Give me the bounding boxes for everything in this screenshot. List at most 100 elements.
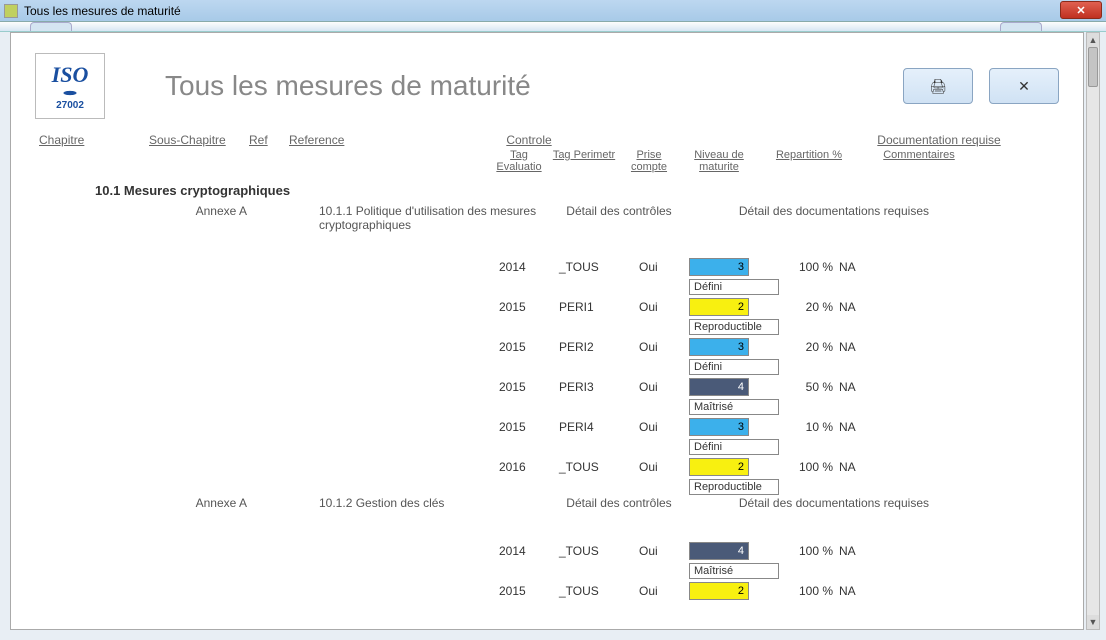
cell-comment: NA [839,260,879,274]
section-title: 10.1 Mesures cryptographiques [95,183,1059,198]
col-reference: Reference [289,133,489,147]
sub-niveau: Niveau de maturite [679,149,759,173]
col-chapitre: Chapitre [39,133,149,147]
vertical-scrollbar[interactable]: ▲ ▼ [1086,32,1100,630]
data-row: 2015PERI4Oui3 10 %NA [39,416,1059,438]
maturity-bar: 2 [689,582,749,600]
logo-subtext: 27002 [56,100,84,111]
cell-pct: 100 % [779,584,839,598]
sub-prise: Prise compte [619,149,679,173]
main-viewport: ISO 27002 Tous les mesures de maturité 🖨… [10,32,1084,630]
cell-perimeter: PERI3 [559,380,639,394]
maturity-label: Reproductible [689,479,779,495]
app-icon [4,4,18,18]
cell-comment: NA [839,380,879,394]
maturity-bar: 3 [689,418,749,436]
cell-year: 2015 [499,420,559,434]
reference-text: 10.1.2 Gestion des clés [319,496,559,510]
reference-text: 10.1.1 Politique d'utilisation des mesur… [319,204,559,232]
col-controle: Controle [489,133,569,147]
maturity-bar: 4 [689,378,749,396]
iso-logo: ISO 27002 [35,53,105,119]
maturity-label: Défini [689,279,779,295]
cell-pct: 100 % [779,460,839,474]
cell-prise: Oui [639,420,689,434]
col-sous: Sous-Chapitre [149,133,249,147]
cell-prise: Oui [639,380,689,394]
close-icon: ✕ [1076,4,1085,17]
cell-year: 2014 [499,260,559,274]
cell-pct: 10 % [779,420,839,434]
cell-perimeter: PERI2 [559,340,639,354]
scroll-thumb[interactable] [1088,47,1098,87]
cell-perimeter: PERI4 [559,420,639,434]
printer-icon: 🖨 [929,78,947,95]
cell-comment: NA [839,460,879,474]
logo-text: ISO [52,62,89,88]
cell-prise: Oui [639,544,689,558]
cell-prise: Oui [639,300,689,314]
data-row: 2014_TOUSOui3100 %NA [39,256,1059,278]
cell-comment: NA [839,544,879,558]
maturity-label: Défini [689,439,779,455]
data-row: 2014_TOUSOui4100 %NA [39,540,1059,562]
cell-year: 2014 [499,544,559,558]
maturity-label: Reproductible [689,319,779,335]
cell-comment: NA [839,340,879,354]
detail-controles-link[interactable]: Détail des contrôles [559,496,679,510]
cell-pct: 50 % [779,380,839,394]
sub-repart: Repartition % [759,149,859,173]
cell-comment: NA [839,420,879,434]
maturity-label: Maîtrisé [689,399,779,415]
annexe-label: Annexe A [39,204,259,218]
detail-controles-link[interactable]: Détail des contrôles [559,204,679,218]
cell-perimeter: PERI1 [559,300,639,314]
window-title: Tous les mesures de maturité [24,4,181,18]
column-headers: Chapitre Sous-Chapitre Ref Reference Con… [39,133,1059,147]
cell-prise: Oui [639,584,689,598]
col-ref: Ref [249,133,289,147]
page-title: Tous les mesures de maturité [165,70,887,102]
sub-tagperi: Tag Perimetr [549,149,619,173]
toolbar-strip [0,22,1106,32]
annexe-label: Annexe A [39,496,259,510]
cell-pct: 20 % [779,340,839,354]
sub-tageval: Tag Evaluatio [489,149,549,173]
maturity-bar: 3 [689,258,749,276]
data-row: 2016_TOUSOui2 100 %NA [39,456,1059,478]
window-close-button[interactable]: ✕ [1060,1,1102,19]
sub-comment: Commentaires [859,149,979,173]
globe-icon [49,86,91,100]
data-row: 2015PERI3Oui4 50 %NA [39,376,1059,398]
cell-pct: 20 % [779,300,839,314]
detail-docs-link[interactable]: Détail des documentations requises [709,204,929,218]
cell-perimeter: _TOUS [559,584,639,598]
window-titlebar: Tous les mesures de maturité ✕ [0,0,1106,22]
detail-docs-link[interactable]: Détail des documentations requises [709,496,929,510]
maturity-bar: 2 [689,458,749,476]
data-row: 2015PERI2Oui320 %NA [39,336,1059,358]
cell-year: 2015 [499,584,559,598]
print-button[interactable]: 🖨 [903,68,973,104]
cell-year: 2016 [499,460,559,474]
data-row: 2015PERI1Oui2 20 %NA [39,296,1059,318]
cell-year: 2015 [499,300,559,314]
x-icon: ✕ [1018,78,1030,95]
col-doc: Documentation requise [829,133,1049,147]
cell-perimeter: _TOUS [559,460,639,474]
sub-headers: Tag Evaluatio Tag Perimetr Prise compte … [39,149,1059,173]
maturity-label: Défini [689,359,779,375]
cell-pct: 100 % [779,260,839,274]
cell-prise: Oui [639,340,689,354]
cell-perimeter: _TOUS [559,260,639,274]
cell-prise: Oui [639,460,689,474]
maturity-bar: 2 [689,298,749,316]
cell-year: 2015 [499,380,559,394]
cell-comment: NA [839,584,879,598]
data-row: 2015_TOUSOui2 100 %NA [39,580,1059,602]
scroll-up-icon[interactable]: ▲ [1087,33,1099,47]
close-button[interactable]: ✕ [989,68,1059,104]
scroll-down-icon[interactable]: ▼ [1087,615,1099,629]
cell-comment: NA [839,300,879,314]
cell-year: 2015 [499,340,559,354]
